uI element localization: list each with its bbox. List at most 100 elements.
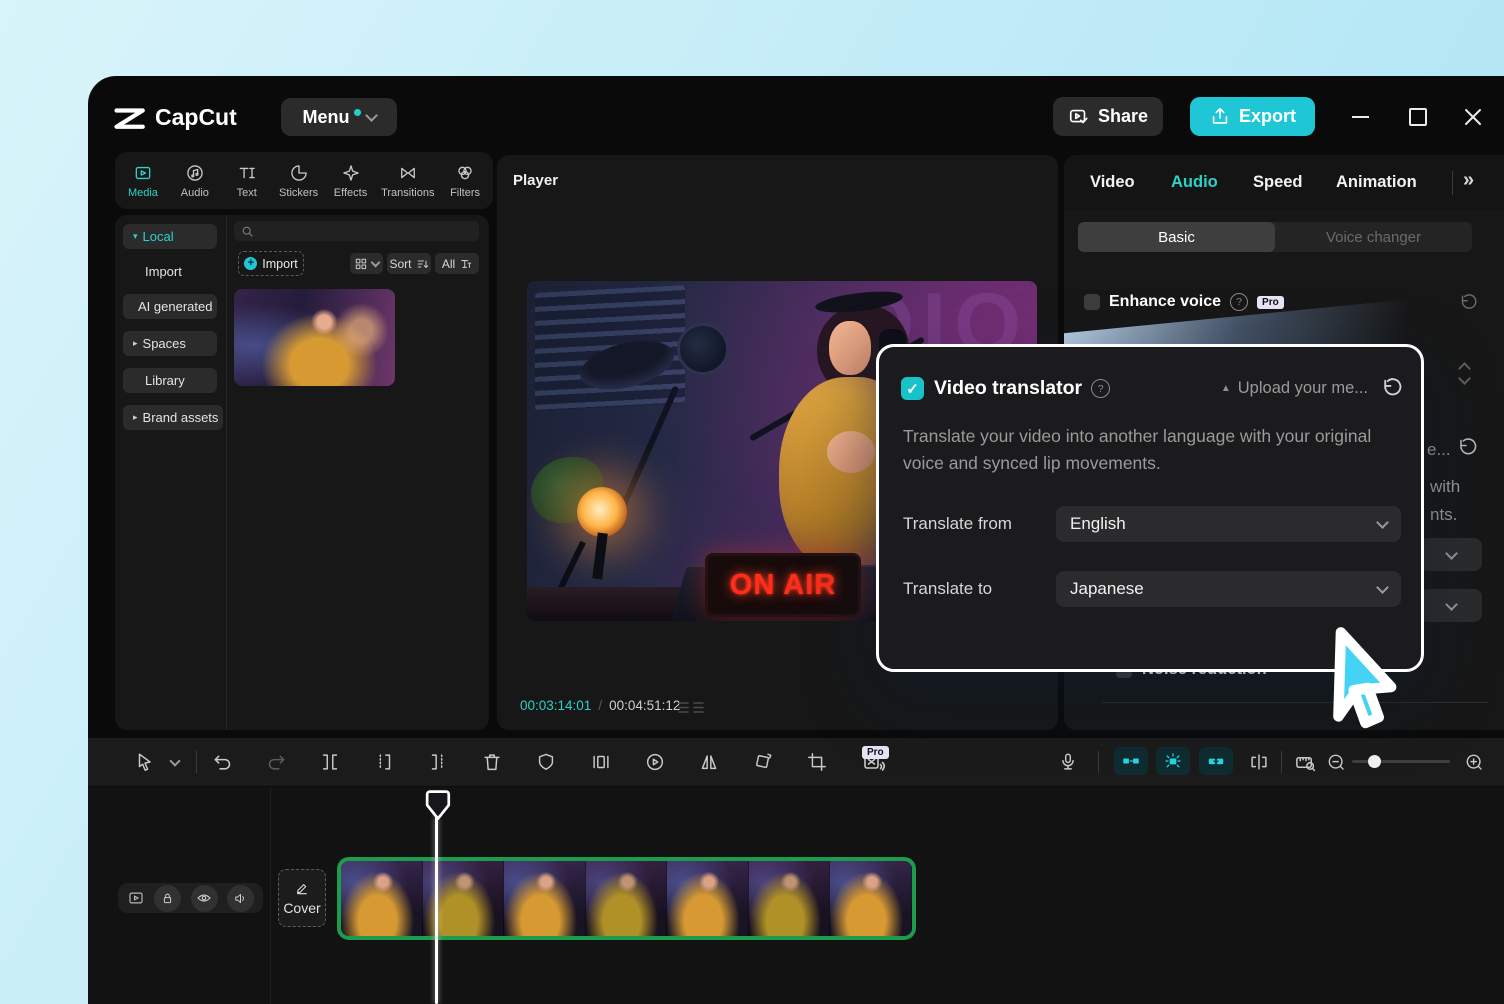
- enhance-voice-help-icon[interactable]: ?: [1230, 293, 1248, 311]
- popup-reset-icon[interactable]: [1380, 377, 1403, 400]
- freeze-frame-button[interactable]: [589, 749, 613, 775]
- view-mode-button[interactable]: [350, 253, 383, 274]
- translate-from-value: English: [1070, 514, 1126, 534]
- clipped-dropdown-1-chevron-icon: [1445, 547, 1458, 560]
- tab-audio[interactable]: Audio: [169, 163, 221, 199]
- zoom-out-button[interactable]: [1324, 749, 1348, 775]
- export-button[interactable]: Export: [1190, 97, 1315, 136]
- tab-effects[interactable]: Effects: [325, 163, 377, 199]
- more-tabs-button[interactable]: »: [1463, 169, 1474, 192]
- clipped-reset-icon[interactable]: [1456, 437, 1478, 459]
- sort-button[interactable]: Sort: [387, 253, 431, 274]
- split-button[interactable]: [318, 749, 342, 775]
- properties-tabs: Video Audio Speed Animation »: [1064, 155, 1504, 210]
- mute-track-button[interactable]: [227, 885, 254, 912]
- tab-filters[interactable]: Filters: [439, 163, 491, 199]
- tab-transitions[interactable]: Transitions: [376, 163, 439, 199]
- nav-ai-generated[interactable]: AI generated: [123, 294, 217, 319]
- redo-button[interactable]: [264, 749, 288, 775]
- cover-label: Cover: [283, 900, 320, 916]
- tab-video[interactable]: Video: [1090, 173, 1135, 192]
- playhead-handle[interactable]: [424, 788, 452, 824]
- select-tool-chevron[interactable]: [163, 749, 187, 775]
- delete-left-button[interactable]: [372, 749, 396, 775]
- media-thumbnail[interactable]: [234, 289, 395, 386]
- timeline-zoom-slider[interactable]: [1352, 760, 1450, 763]
- maximize-button[interactable]: [1404, 103, 1432, 131]
- tab-audio[interactable]: Audio: [1171, 173, 1218, 192]
- nav-library[interactable]: Library: [123, 368, 217, 393]
- clipped-dropdown-1[interactable]: [1420, 538, 1482, 571]
- translate-from-label: Translate from: [903, 514, 1012, 534]
- filter-all-button[interactable]: All: [435, 253, 479, 274]
- subtab-basic[interactable]: Basic: [1078, 222, 1275, 252]
- menu-button[interactable]: Menu: [281, 98, 397, 136]
- edit-cover-button[interactable]: Cover: [278, 869, 326, 927]
- titlebar: CapCut Menu Share Export: [88, 76, 1504, 150]
- crop-button[interactable]: [805, 749, 829, 775]
- import-label: Import: [262, 257, 297, 271]
- close-icon: [1464, 108, 1482, 126]
- tab-speed[interactable]: Speed: [1253, 173, 1303, 192]
- triangle-up-icon: ▲: [1221, 383, 1231, 394]
- frame-view-icon[interactable]: [678, 701, 704, 714]
- share-icon: [1068, 106, 1090, 128]
- reverse-button[interactable]: [643, 749, 667, 775]
- translate-to-dropdown[interactable]: Japanese: [1056, 571, 1401, 607]
- tab-text[interactable]: Text: [221, 163, 273, 199]
- video-translator-checkbox[interactable]: ✓: [901, 377, 924, 400]
- subtab-voice-changer[interactable]: Voice changer: [1275, 222, 1472, 252]
- lock-track-button[interactable]: [154, 885, 181, 912]
- translate-from-dropdown[interactable]: English: [1056, 506, 1401, 542]
- enhance-voice-row: Enhance voice ? Pro: [1084, 293, 1284, 311]
- tab-stickers[interactable]: Stickers: [273, 163, 325, 199]
- split-view-button[interactable]: [1247, 749, 1271, 775]
- timeline-preview-button[interactable]: [1293, 749, 1317, 775]
- nav-local[interactable]: ▾ Local: [123, 224, 217, 249]
- mirror-button[interactable]: [697, 749, 721, 775]
- import-media-button[interactable]: + Import: [238, 251, 304, 276]
- popup-header: ✓ Video translator ? ▲ Upload your me...: [901, 377, 1403, 400]
- minimize-button[interactable]: [1346, 103, 1374, 131]
- enhance-voice-checkbox[interactable]: [1084, 294, 1100, 310]
- magnetic-snap-button[interactable]: [1114, 747, 1148, 775]
- zoom-slider-handle[interactable]: [1368, 755, 1381, 768]
- auto-highlight-button[interactable]: [1156, 747, 1190, 775]
- close-button[interactable]: [1459, 103, 1487, 131]
- translate-from-chevron-icon: [1376, 516, 1389, 529]
- timeline-video-clip[interactable]: [337, 857, 916, 940]
- toolbar-divider-1: [196, 751, 197, 773]
- enhance-voice-reset-icon[interactable]: [1458, 293, 1478, 313]
- scroll-arrows-icon[interactable]: [1460, 367, 1469, 383]
- share-button[interactable]: Share: [1053, 97, 1163, 136]
- clip-frame: [586, 861, 668, 936]
- rotate-button[interactable]: [751, 749, 775, 775]
- select-tool-button[interactable]: [133, 749, 157, 775]
- nav-import[interactable]: Import: [123, 259, 217, 284]
- tab-filters-label: Filters: [450, 187, 480, 199]
- mask-button[interactable]: [534, 749, 558, 775]
- nav-spaces[interactable]: ▸ Spaces: [123, 331, 217, 356]
- popup-help-icon[interactable]: ?: [1091, 379, 1110, 398]
- on-air-sign: ON AIR: [705, 553, 861, 617]
- hide-track-button[interactable]: [191, 885, 218, 912]
- undo-button[interactable]: [210, 749, 234, 775]
- share-label: Share: [1098, 106, 1148, 127]
- lock-icon: [160, 891, 175, 906]
- translate-to-label: Translate to: [903, 579, 992, 599]
- playhead-line[interactable]: [435, 817, 438, 1004]
- delete-right-button[interactable]: [426, 749, 450, 775]
- tab-media[interactable]: Media: [117, 163, 169, 199]
- link-clips-button[interactable]: [1199, 747, 1233, 775]
- record-voiceover-button[interactable]: [1056, 749, 1080, 775]
- delete-button[interactable]: [480, 749, 504, 775]
- zoom-in-button[interactable]: [1462, 749, 1486, 775]
- clipped-dropdown-2[interactable]: [1420, 589, 1482, 622]
- media-search-input[interactable]: [234, 221, 479, 241]
- tab-animation[interactable]: Animation: [1336, 173, 1417, 192]
- upload-media-link[interactable]: ▲ Upload your me...: [1221, 379, 1368, 398]
- person-face: [829, 321, 871, 375]
- audio-icon: [185, 163, 205, 183]
- grid-view-icon: [355, 258, 367, 270]
- nav-brand-assets[interactable]: ▸ Brand assets: [123, 405, 223, 430]
